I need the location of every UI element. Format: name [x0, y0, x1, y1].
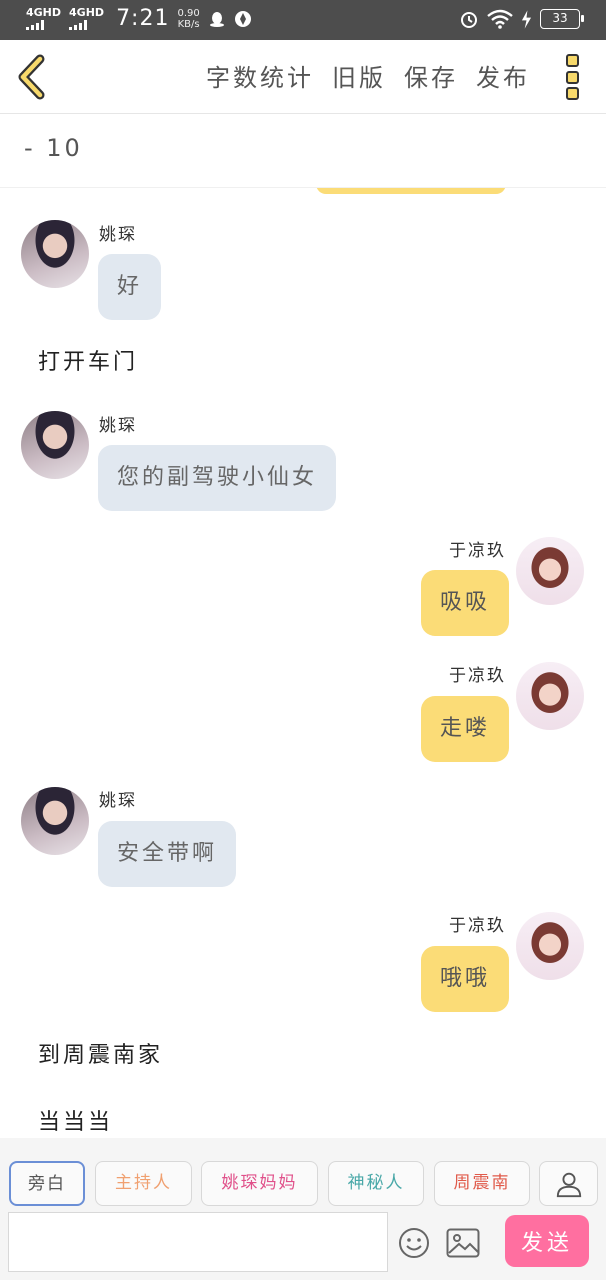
- message-bubble[interactable]: 安全带啊: [98, 821, 237, 887]
- sender-name: 姚琛: [99, 416, 137, 436]
- narration-text[interactable]: 打开车门: [38, 344, 138, 376]
- speed-value: 0.90: [177, 7, 200, 19]
- message-bubble[interactable]: 吸吸: [420, 570, 509, 636]
- input-bar: 发送: [0, 1210, 606, 1280]
- back-arrow-icon[interactable]: [14, 54, 54, 100]
- message-bubble[interactable]: 走喽: [420, 696, 509, 762]
- network-type-2: 4GHD: [69, 6, 105, 19]
- role-mystery-person[interactable]: 神秘人: [328, 1161, 424, 1206]
- avatar[interactable]: [21, 787, 89, 855]
- sender-name: 姚琛: [99, 225, 137, 245]
- word-count-button[interactable]: 字数统计: [206, 58, 314, 93]
- qq-icon: [209, 11, 224, 27]
- alarm-icon: [461, 12, 477, 28]
- more-menu-icon[interactable]: [566, 54, 580, 100]
- sender-name: 于凉玖: [449, 916, 506, 936]
- old-version-button[interactable]: 旧版: [332, 58, 386, 93]
- message-bubble[interactable]: 好: [98, 254, 162, 320]
- emoji-icon[interactable]: [398, 1227, 430, 1259]
- chapter-title: - 10: [24, 134, 83, 162]
- clock: 7:21: [116, 6, 170, 31]
- send-button[interactable]: 发送: [505, 1215, 589, 1267]
- battery-indicator: 33: [540, 9, 584, 29]
- message-input[interactable]: [8, 1212, 388, 1272]
- browser-icon: [234, 10, 251, 27]
- message-bubble[interactable]: 哦哦: [420, 946, 509, 1012]
- image-icon[interactable]: [446, 1228, 480, 1258]
- role-zhou-zhennan[interactable]: 周震南: [434, 1161, 530, 1206]
- role-yaochen-mother[interactable]: 姚琛妈妈: [201, 1161, 318, 1206]
- avatar[interactable]: [516, 537, 584, 605]
- avatar[interactable]: [21, 220, 89, 288]
- charging-icon: [521, 9, 532, 29]
- chapter-title-field[interactable]: - 10: [0, 114, 606, 188]
- sender-name: 于凉玖: [449, 541, 506, 561]
- previous-bubble-edge: [316, 188, 506, 194]
- role-selector: 旁白 主持人 姚琛妈妈 神秘人 周震南: [0, 1138, 606, 1210]
- role-narrator[interactable]: 旁白: [9, 1161, 85, 1206]
- avatar[interactable]: [516, 912, 584, 980]
- message-bubble[interactable]: 您的副驾驶小仙女: [98, 445, 337, 511]
- sender-name: 姚琛: [99, 791, 137, 811]
- signal-indicator-1: 4GHD: [26, 7, 61, 30]
- network-speed: 0.90 KB/s: [177, 8, 199, 30]
- signal-indicator-2: 4GHD: [69, 7, 104, 30]
- role-host[interactable]: 主持人: [95, 1161, 192, 1206]
- wifi-icon: [487, 9, 513, 29]
- speed-unit: KB/s: [177, 18, 200, 30]
- editor-toolbar: 字数统计 旧版 保存 发布: [0, 40, 606, 114]
- publish-button[interactable]: 发布: [476, 58, 530, 93]
- network-type-1: 4GHD: [26, 6, 62, 19]
- narration-text[interactable]: 当当当: [38, 1104, 113, 1136]
- narration-text[interactable]: 到周震南家: [38, 1037, 163, 1069]
- add-role-button[interactable]: [539, 1161, 598, 1206]
- chat-area[interactable]: 姚琛 好 打开车门 姚琛 您的副驾驶小仙女 于凉玖 吸吸 于凉玖 走喽 姚琛 安…: [0, 188, 606, 1138]
- avatar[interactable]: [21, 411, 89, 479]
- user-icon: [556, 1172, 582, 1198]
- avatar[interactable]: [516, 662, 584, 730]
- save-button[interactable]: 保存: [404, 58, 458, 93]
- status-bar: 4GHD 4GHD 7:21 0.90 KB/s 33: [0, 0, 606, 40]
- sender-name: 于凉玖: [449, 666, 506, 686]
